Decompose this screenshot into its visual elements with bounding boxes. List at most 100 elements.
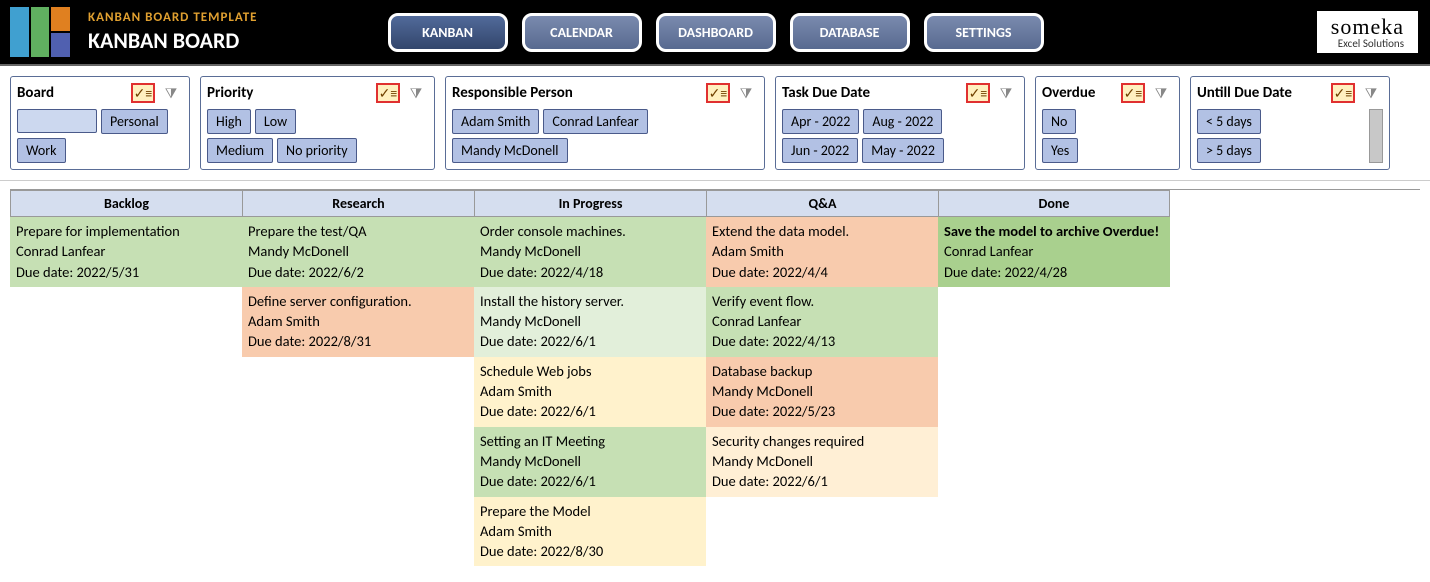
slicer-chip[interactable]: Yes (1042, 138, 1078, 163)
kanban-card[interactable]: Extend the data model.Adam SmithDue date… (706, 217, 938, 287)
nav-calendar[interactable]: CALENDAR (522, 13, 642, 52)
slicer-chip[interactable]: Conrad Lanfear (543, 109, 647, 134)
card-title: Save the model to archive Overdue! (944, 221, 1164, 241)
kanban-card[interactable]: Prepare the ModelAdam SmithDue date: 202… (474, 497, 706, 567)
brand-subtitle: Excel Solutions (1331, 38, 1404, 50)
slicer-chip[interactable]: Apr - 2022 (782, 109, 859, 134)
slicer-overdue: Overdue✓≡⧩NoYes (1035, 76, 1180, 170)
card-due: Due date: 2022/5/31 (16, 262, 236, 282)
slicer-chip[interactable]: Personal (101, 109, 168, 134)
card-title: Extend the data model. (712, 221, 932, 241)
multiselect-icon[interactable]: ✓≡ (131, 83, 155, 103)
card-person: Mandy McDonell (480, 311, 700, 331)
nav-tabs: KANBAN CALENDAR DASHBOARD DATABASE SETTINGS (388, 13, 1044, 52)
kanban-card[interactable]: Save the model to archive Overdue!Conrad… (938, 217, 1170, 287)
slicer-chip[interactable]: Jun - 2022 (782, 138, 858, 163)
slicer-chip[interactable]: Aug - 2022 (863, 109, 942, 134)
column-q-a: Q&AExtend the data model.Adam SmithDue d… (706, 190, 938, 566)
slicer-chip[interactable]: < 5 days (1197, 109, 1261, 134)
slicer-chip[interactable]: High (207, 109, 251, 134)
kanban-card[interactable]: Security changes requiredMandy McDonellD… (706, 427, 938, 497)
card-person: Mandy McDonell (712, 381, 932, 401)
card-due: Due date: 2022/6/2 (248, 262, 468, 282)
nav-kanban[interactable]: KANBAN (388, 13, 508, 52)
card-person: Adam Smith (248, 311, 468, 331)
slicer-row: Board✓≡⧩PersonalWorkPriority✓≡⧩HighLowMe… (0, 66, 1430, 181)
slicer-title: Board (17, 84, 54, 102)
kanban-card[interactable]: Database backupMandy McDonellDue date: 2… (706, 357, 938, 427)
kanban-card[interactable]: Setting an IT MeetingMandy McDonellDue d… (474, 427, 706, 497)
card-due: Due date: 2022/6/1 (480, 471, 700, 491)
slicer-chip[interactable]: No (1042, 109, 1076, 134)
kanban-board: BacklogPrepare for implementationConrad … (10, 189, 1420, 566)
board-title: KANBAN BOARD (88, 27, 258, 54)
slicer-responsible-person: Responsible Person✓≡⧩Adam SmithConrad La… (445, 76, 765, 170)
multiselect-icon[interactable]: ✓≡ (376, 83, 400, 103)
kanban-card[interactable]: Order console machines.Mandy McDonellDue… (474, 217, 706, 287)
slicer-chip[interactable]: No priority (277, 138, 357, 163)
card-person: Mandy McDonell (712, 451, 932, 471)
column-header: Done (938, 190, 1170, 217)
clear-filter-icon[interactable]: ⧩ (734, 83, 758, 103)
card-due: Due date: 2022/6/1 (712, 471, 932, 491)
multiselect-icon[interactable]: ✓≡ (966, 83, 990, 103)
nav-dashboard[interactable]: DASHBOARD (656, 13, 776, 52)
slicer-chip[interactable]: May - 2022 (862, 138, 944, 163)
card-title: Security changes required (712, 431, 932, 451)
card-person: Conrad Lanfear (712, 311, 932, 331)
kanban-card[interactable]: Define server configuration.Adam SmithDu… (242, 287, 474, 357)
card-due: Due date: 2022/6/1 (480, 401, 700, 421)
kanban-card[interactable]: Prepare for implementationConrad Lanfear… (10, 217, 242, 287)
template-name: KANBAN BOARD TEMPLATE (88, 10, 258, 25)
column-done: DoneSave the model to archive Overdue!Co… (938, 190, 1170, 566)
top-bar: KANBAN BOARD TEMPLATE KANBAN BOARD KANBA… (0, 0, 1430, 66)
card-title: Prepare the test/QA (248, 221, 468, 241)
brand-badge: someka Excel Solutions (1315, 9, 1420, 56)
multiselect-icon[interactable]: ✓≡ (1331, 83, 1355, 103)
slicer-chip[interactable]: Medium (207, 138, 273, 163)
clear-filter-icon[interactable]: ⧩ (1149, 83, 1173, 103)
slicer-task-due-date: Task Due Date ✓≡⧩ Apr - 2022Aug - 2022Jun … (775, 76, 1025, 170)
card-person: Conrad Lanfear (16, 241, 236, 261)
kanban-card[interactable]: Schedule Web jobsAdam SmithDue date: 202… (474, 357, 706, 427)
slicer-chip[interactable] (17, 109, 97, 133)
kanban-card[interactable]: Prepare the test/QAMandy McDonellDue dat… (242, 217, 474, 287)
clear-filter-icon[interactable]: ⧩ (1359, 83, 1383, 103)
slicer-chip[interactable]: > 5 days (1197, 138, 1261, 163)
card-title: Setting an IT Meeting (480, 431, 700, 451)
column-backlog: BacklogPrepare for implementationConrad … (10, 190, 242, 566)
brand-name: someka (1331, 15, 1404, 38)
card-due: Due date: 2022/5/23 (712, 401, 932, 421)
slicer-board: Board ✓≡⧩ Personal Work (10, 76, 190, 170)
card-person: Mandy McDonell (480, 451, 700, 471)
clear-filter-icon[interactable]: ⧩ (159, 83, 183, 103)
card-due: Due date: 2022/8/31 (248, 331, 468, 351)
kanban-card[interactable]: Verify event flow.Conrad LanfearDue date… (706, 287, 938, 357)
slicer-priority: Priority✓≡⧩HighLowMediumNo priority (200, 76, 435, 170)
app-logo (10, 7, 70, 57)
slicer-chip[interactable]: Low (255, 109, 296, 134)
card-due: Due date: 2022/4/28 (944, 262, 1164, 282)
card-title: Verify event flow. (712, 291, 932, 311)
card-due: Due date: 2022/8/30 (480, 541, 700, 561)
card-due: Due date: 2022/6/1 (480, 331, 700, 351)
nav-settings[interactable]: SETTINGS (924, 13, 1044, 52)
slicer-title: Task Due Date (782, 84, 870, 102)
slicer-scrollbar[interactable] (1369, 109, 1383, 163)
slicer-chip[interactable]: Mandy McDonell (452, 138, 568, 163)
slicer-chip[interactable]: Adam Smith (452, 109, 539, 134)
multiselect-icon[interactable]: ✓≡ (706, 83, 730, 103)
card-title: Order console machines. (480, 221, 700, 241)
column-header: In Progress (474, 190, 706, 217)
nav-database[interactable]: DATABASE (790, 13, 910, 52)
card-person: Adam Smith (480, 381, 700, 401)
card-person: Adam Smith (480, 521, 700, 541)
slicer-untill-due-date: Untill Due Date✓≡⧩< 5 days> 5 days (1190, 76, 1390, 170)
board-wrap: BacklogPrepare for implementationConrad … (0, 181, 1430, 574)
column-header: Research (242, 190, 474, 217)
clear-filter-icon[interactable]: ⧩ (994, 83, 1018, 103)
kanban-card[interactable]: Install the history server.Mandy McDonel… (474, 287, 706, 357)
clear-filter-icon[interactable]: ⧩ (404, 83, 428, 103)
multiselect-icon[interactable]: ✓≡ (1121, 83, 1145, 103)
slicer-chip[interactable]: Work (17, 138, 66, 163)
